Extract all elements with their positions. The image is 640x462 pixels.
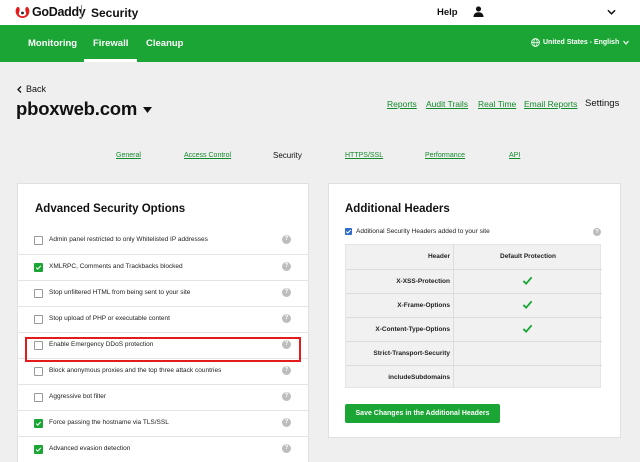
option-row[interactable]: XMLRPC, Comments and Trackbacks blocked? — [17, 254, 309, 280]
table-row: X-Content-Type-Options — [346, 317, 602, 341]
tab-https-ssl[interactable]: HTTPS/SSL — [345, 152, 383, 159]
check-icon — [522, 324, 533, 334]
email-reports-link[interactable]: Email Reports — [524, 99, 577, 109]
godaddy-logo[interactable]: GoDaddy — [15, 5, 86, 19]
option-label: Stop upload of PHP or executable content — [49, 315, 170, 322]
option-checkbox[interactable] — [34, 445, 43, 454]
option-row[interactable]: Stop upload of PHP or executable content… — [17, 306, 309, 332]
product-title: Security — [91, 6, 139, 20]
check-icon — [522, 276, 533, 286]
help-icon[interactable]: ? — [282, 418, 291, 427]
main-nav: Monitoring Firewall Cleanup United State… — [0, 25, 640, 62]
option-label: Stop unfiltered HTML from being sent to … — [49, 289, 191, 296]
header-name: Strict-Transport-Security — [373, 350, 450, 357]
brand-divider — [81, 5, 82, 19]
settings-current: Settings — [585, 98, 620, 109]
option-row[interactable]: Force passing the hostname via TLS/SSL? — [17, 410, 309, 436]
option-checkbox[interactable] — [34, 419, 43, 428]
godaddy-logo-icon — [15, 6, 30, 18]
additional-headers-title: Additional Headers — [345, 203, 450, 215]
reports-link[interactable]: Reports — [387, 99, 417, 109]
back-link[interactable]: Back — [17, 84, 46, 94]
audit-trails-link[interactable]: Audit Trails — [426, 99, 468, 109]
tab-general[interactable]: General — [116, 152, 141, 159]
site-name: pboxweb.com — [16, 98, 138, 119]
check-icon — [35, 421, 42, 426]
nav-cleanup[interactable]: Cleanup — [146, 38, 183, 49]
option-checkbox[interactable] — [34, 236, 43, 245]
header-name: X-Frame-Options — [397, 302, 450, 309]
check-icon — [35, 265, 42, 270]
real-time-link[interactable]: Real Time — [478, 99, 516, 109]
top-bar: GoDaddy Security Help — [0, 0, 640, 25]
help-icon[interactable]: ? — [593, 228, 601, 236]
chevron-left-icon — [17, 85, 22, 93]
table-row: Strict-Transport-Security — [346, 341, 602, 365]
option-row[interactable]: Aggressive bot filter? — [17, 384, 309, 410]
column-header-header: Header — [427, 253, 450, 260]
option-label: Force passing the hostname via TLS/SSL — [49, 419, 169, 426]
tab-api[interactable]: API — [509, 152, 520, 159]
highlight-box — [25, 337, 301, 362]
option-label: Admin panel restricted to only Whitelist… — [49, 236, 208, 243]
header-name: X-Content-Type-Options — [375, 326, 450, 333]
option-row[interactable]: Admin panel restricted to only Whitelist… — [17, 228, 309, 254]
back-label: Back — [26, 84, 47, 94]
table-row: X-Frame-Options — [346, 293, 602, 317]
option-label: Aggressive bot filter — [49, 393, 107, 400]
option-checkbox[interactable] — [34, 393, 43, 402]
additional-headers-checkbox[interactable] — [345, 228, 352, 235]
locale-selector[interactable]: United States - English — [531, 38, 630, 47]
help-link[interactable]: Help — [437, 7, 458, 18]
help-icon[interactable]: ? — [282, 235, 291, 244]
option-checkbox[interactable] — [34, 367, 43, 376]
help-icon[interactable]: ? — [282, 262, 291, 271]
header-name: includeSubdomains — [388, 374, 450, 381]
table-column-divider — [453, 244, 454, 388]
headers-table: Header Default Protection X-XSS-Protecti… — [345, 244, 602, 389]
option-checkbox[interactable] — [34, 315, 43, 324]
globe-icon — [531, 38, 540, 47]
nav-monitoring[interactable]: Monitoring — [28, 38, 77, 49]
option-checkbox[interactable] — [34, 289, 43, 298]
column-header-default: Default Protection — [500, 253, 556, 260]
help-icon[interactable]: ? — [282, 314, 291, 323]
help-icon[interactable]: ? — [282, 392, 291, 401]
option-checkbox[interactable] — [34, 263, 43, 272]
option-row[interactable]: Stop unfiltered HTML from being sent to … — [17, 280, 309, 306]
help-icon[interactable]: ? — [282, 444, 291, 453]
tab-performance[interactable]: Performance — [425, 152, 465, 159]
option-label: XMLRPC, Comments and Trackbacks blocked — [49, 263, 183, 270]
chevron-down-icon[interactable] — [607, 9, 616, 15]
caret-down-icon — [143, 107, 153, 113]
brand-name: GoDaddy — [32, 5, 86, 19]
option-label: Advanced evasion detection — [49, 445, 131, 452]
user-icon[interactable] — [473, 6, 484, 17]
nav-firewall[interactable]: Firewall — [83, 38, 138, 62]
additional-headers-toggle[interactable]: Additional Security Headers added to you… — [345, 228, 490, 235]
table-header-row: Header Default Protection — [346, 245, 602, 269]
tab-security: Security — [273, 151, 302, 160]
header-name: X-XSS-Protection — [396, 278, 450, 285]
additional-headers-label: Additional Security Headers added to you… — [356, 228, 490, 235]
check-icon — [345, 229, 352, 234]
table-row: X-XSS-Protection — [346, 269, 602, 293]
table-row: includeSubdomains — [346, 365, 602, 389]
option-row[interactable]: Advanced evasion detection? — [17, 436, 309, 462]
chevron-down-icon — [623, 40, 630, 45]
advanced-security-title: Advanced Security Options — [35, 203, 186, 215]
help-icon[interactable]: ? — [282, 366, 291, 375]
help-icon[interactable]: ? — [282, 288, 291, 297]
site-selector[interactable]: pboxweb.com — [16, 98, 153, 120]
check-icon — [522, 300, 533, 310]
tab-access-control[interactable]: Access Control — [184, 152, 231, 159]
option-label: Block anonymous proxies and the top thre… — [49, 367, 222, 374]
locale-label: United States - English — [543, 39, 620, 46]
check-icon — [35, 447, 42, 452]
save-headers-button[interactable]: Save Changes in the Additional Headers — [345, 404, 500, 423]
